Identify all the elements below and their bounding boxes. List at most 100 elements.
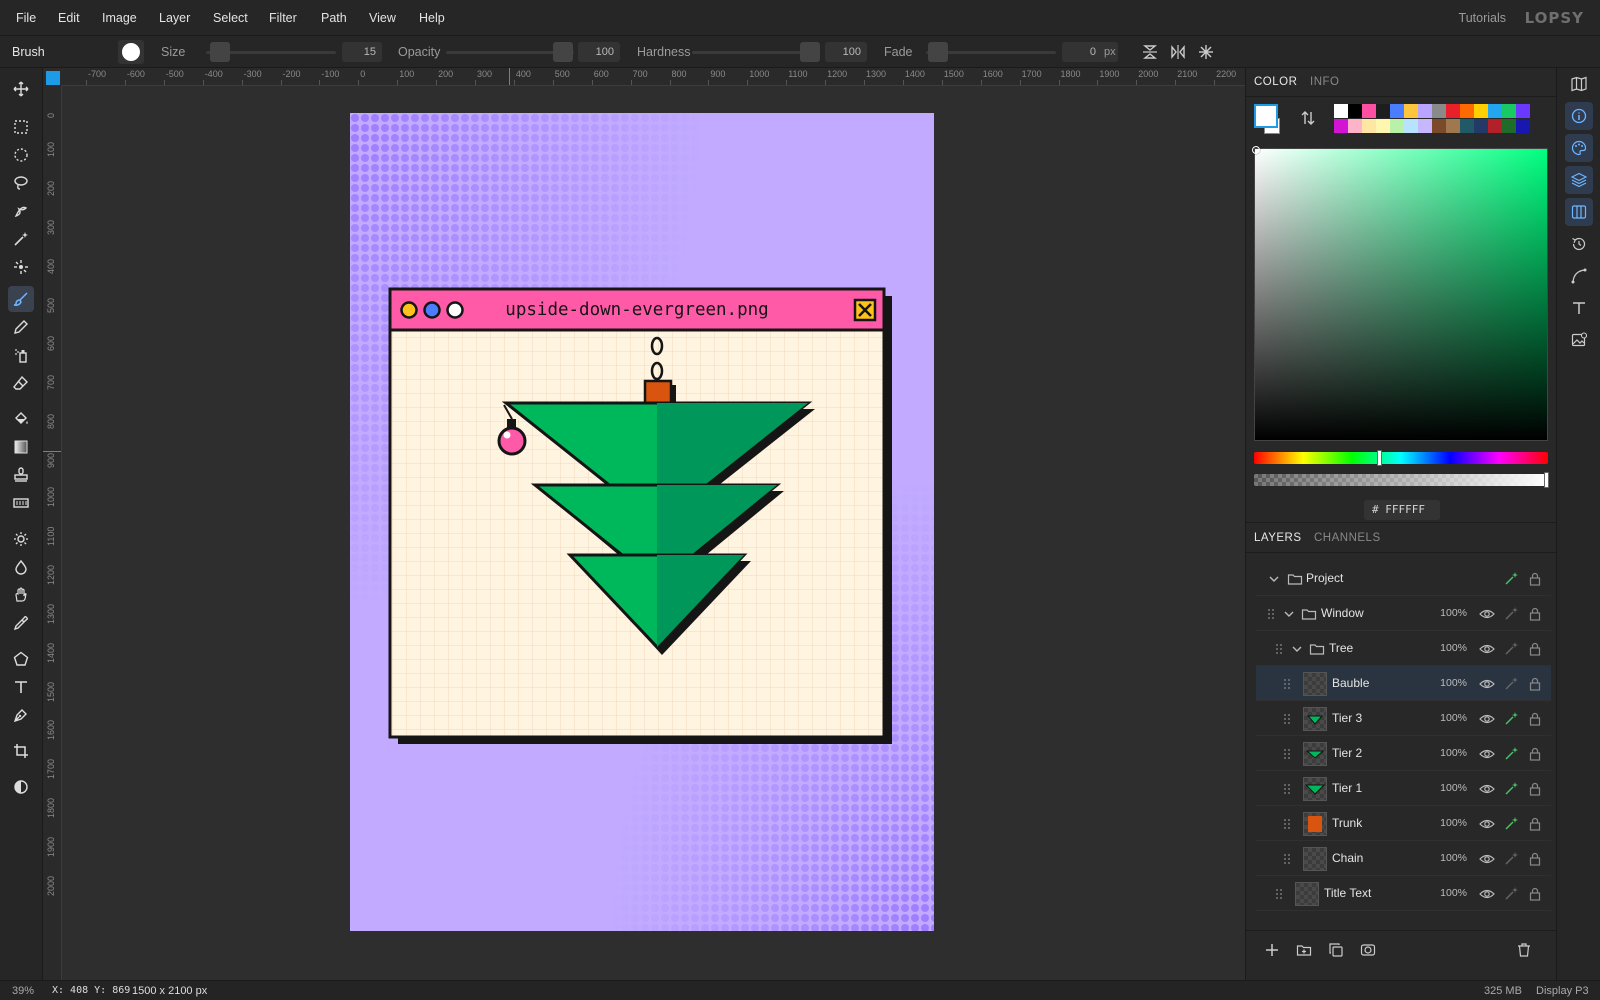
color-swatch[interactable] <box>1432 119 1446 133</box>
color-field[interactable] <box>1254 148 1548 441</box>
lock-icon[interactable] <box>1527 746 1543 762</box>
add-layer-icon[interactable] <box>1264 942 1280 958</box>
color-swatch[interactable] <box>1362 119 1376 133</box>
menu-path[interactable]: Path <box>321 0 347 36</box>
color-swatch[interactable] <box>1432 104 1446 118</box>
effects-icon[interactable] <box>1503 746 1519 762</box>
hex-input[interactable]: # FFFFFF <box>1364 500 1440 520</box>
color-swatch[interactable] <box>1460 119 1474 133</box>
color-swatch[interactable] <box>1474 104 1488 118</box>
layer-row-tier-2[interactable]: Tier 2 100% <box>1256 736 1551 771</box>
artboard[interactable]: upside-down-evergreen.png <box>350 113 934 931</box>
chevron-down-icon[interactable] <box>1266 571 1282 587</box>
drag-handle-icon[interactable] <box>1279 781 1295 797</box>
drag-handle-icon[interactable] <box>1263 606 1279 622</box>
image-settings-icon[interactable] <box>1565 326 1593 354</box>
patch-icon[interactable] <box>8 254 34 280</box>
navigator-map-icon[interactable] <box>1565 70 1593 98</box>
drag-handle-icon[interactable] <box>1279 851 1295 867</box>
menu-file[interactable]: File <box>16 0 36 36</box>
foreground-color-swatch[interactable] <box>1254 104 1278 128</box>
effects-icon[interactable] <box>1503 676 1519 692</box>
drag-handle-icon[interactable] <box>1279 676 1295 692</box>
lock-icon[interactable] <box>1527 676 1543 692</box>
lock-icon[interactable] <box>1527 886 1543 902</box>
layer-row-chain[interactable]: Chain 100% <box>1256 841 1551 876</box>
color-swatch[interactable] <box>1376 104 1390 118</box>
size-input[interactable]: 15 <box>342 42 382 62</box>
stamp-icon[interactable] <box>8 462 34 488</box>
zoom-level[interactable]: 39% <box>12 981 34 1000</box>
layer-opacity[interactable]: 100% <box>1440 596 1467 631</box>
lasso-icon[interactable] <box>8 170 34 196</box>
blur-drop-icon[interactable] <box>8 554 34 580</box>
crop-icon[interactable] <box>8 738 34 764</box>
color-swatch[interactable] <box>1404 119 1418 133</box>
color-swatch[interactable] <box>1516 104 1530 118</box>
hue-slider[interactable] <box>1254 452 1548 464</box>
layer-row-tier-1[interactable]: Tier 1 100% <box>1256 771 1551 806</box>
color-swatch[interactable] <box>1376 119 1390 133</box>
color-swatch[interactable] <box>1446 119 1460 133</box>
tab-info[interactable]: INFO <box>1310 68 1339 96</box>
layer-opacity[interactable]: 100% <box>1440 771 1467 806</box>
color-swatch[interactable] <box>1516 119 1530 133</box>
layer-opacity[interactable]: 100% <box>1440 666 1467 701</box>
symmetry-icon[interactable] <box>1198 44 1214 60</box>
effects-icon[interactable] <box>1503 781 1519 797</box>
eye-icon[interactable] <box>1479 886 1495 902</box>
eye-icon[interactable] <box>1479 851 1495 867</box>
layer-row-tree[interactable]: Tree 100% <box>1256 631 1551 666</box>
color-swatch[interactable] <box>1334 119 1348 133</box>
alpha-slider-thumb[interactable] <box>1544 472 1549 488</box>
tab-color[interactable]: COLOR <box>1254 68 1297 96</box>
alpha-slider[interactable] <box>1254 474 1548 486</box>
info-icon[interactable] <box>1565 102 1593 130</box>
effects-icon[interactable] <box>1503 571 1519 587</box>
effects-icon[interactable] <box>1503 711 1519 727</box>
flip-horizontal-icon[interactable] <box>1170 44 1186 60</box>
magic-wand-icon[interactable] <box>8 226 34 252</box>
lock-icon[interactable] <box>1527 571 1543 587</box>
color-swatch[interactable] <box>1460 104 1474 118</box>
gradient-icon[interactable] <box>8 434 34 460</box>
opacity-input[interactable]: 100 <box>578 42 620 62</box>
menu-edit[interactable]: Edit <box>58 0 80 36</box>
layer-opacity[interactable]: 100% <box>1440 876 1467 911</box>
chevron-down-icon[interactable] <box>1281 606 1297 622</box>
tab-layers[interactable]: LAYERS <box>1254 524 1302 552</box>
paths-curve-icon[interactable] <box>1565 262 1593 290</box>
text-icon[interactable] <box>8 674 34 700</box>
drag-handle-icon[interactable] <box>1271 886 1287 902</box>
color-swatch[interactable] <box>1488 104 1502 118</box>
effects-icon[interactable] <box>1503 606 1519 622</box>
layers-icon[interactable] <box>1565 166 1593 194</box>
tab-channels[interactable]: CHANNELS <box>1314 524 1381 552</box>
menu-filter[interactable]: Filter <box>269 0 297 36</box>
fade-slider-thumb[interactable] <box>928 42 948 62</box>
color-swatch[interactable] <box>1390 104 1404 118</box>
color-swatch[interactable] <box>1418 104 1432 118</box>
menu-view[interactable]: View <box>369 0 396 36</box>
hardness-slider-thumb[interactable] <box>800 42 820 62</box>
layer-row-trunk[interactable]: Trunk 100% <box>1256 806 1551 841</box>
effects-icon[interactable] <box>1503 851 1519 867</box>
ruler-corner-color-box[interactable] <box>46 71 60 85</box>
effects-icon[interactable] <box>1503 816 1519 832</box>
color-swatch[interactable] <box>1446 104 1460 118</box>
chevron-down-icon[interactable] <box>1289 641 1305 657</box>
menu-select[interactable]: Select <box>213 0 248 36</box>
lock-icon[interactable] <box>1527 816 1543 832</box>
fill-bucket-icon[interactable] <box>8 406 34 432</box>
color-swatch[interactable] <box>1488 119 1502 133</box>
eye-icon[interactable] <box>1479 746 1495 762</box>
layer-row-bauble[interactable]: Bauble 100% <box>1256 666 1551 701</box>
layer-opacity[interactable]: 100% <box>1440 631 1467 666</box>
quick-select-icon[interactable] <box>8 198 34 224</box>
duplicate-layer-icon[interactable] <box>1328 942 1344 958</box>
color-swatch[interactable] <box>1348 119 1362 133</box>
drag-handle-icon[interactable] <box>1279 746 1295 762</box>
opacity-slider-thumb[interactable] <box>553 42 573 62</box>
layer-row-project[interactable]: Project <box>1256 561 1551 596</box>
texture-icon[interactable] <box>8 490 34 516</box>
